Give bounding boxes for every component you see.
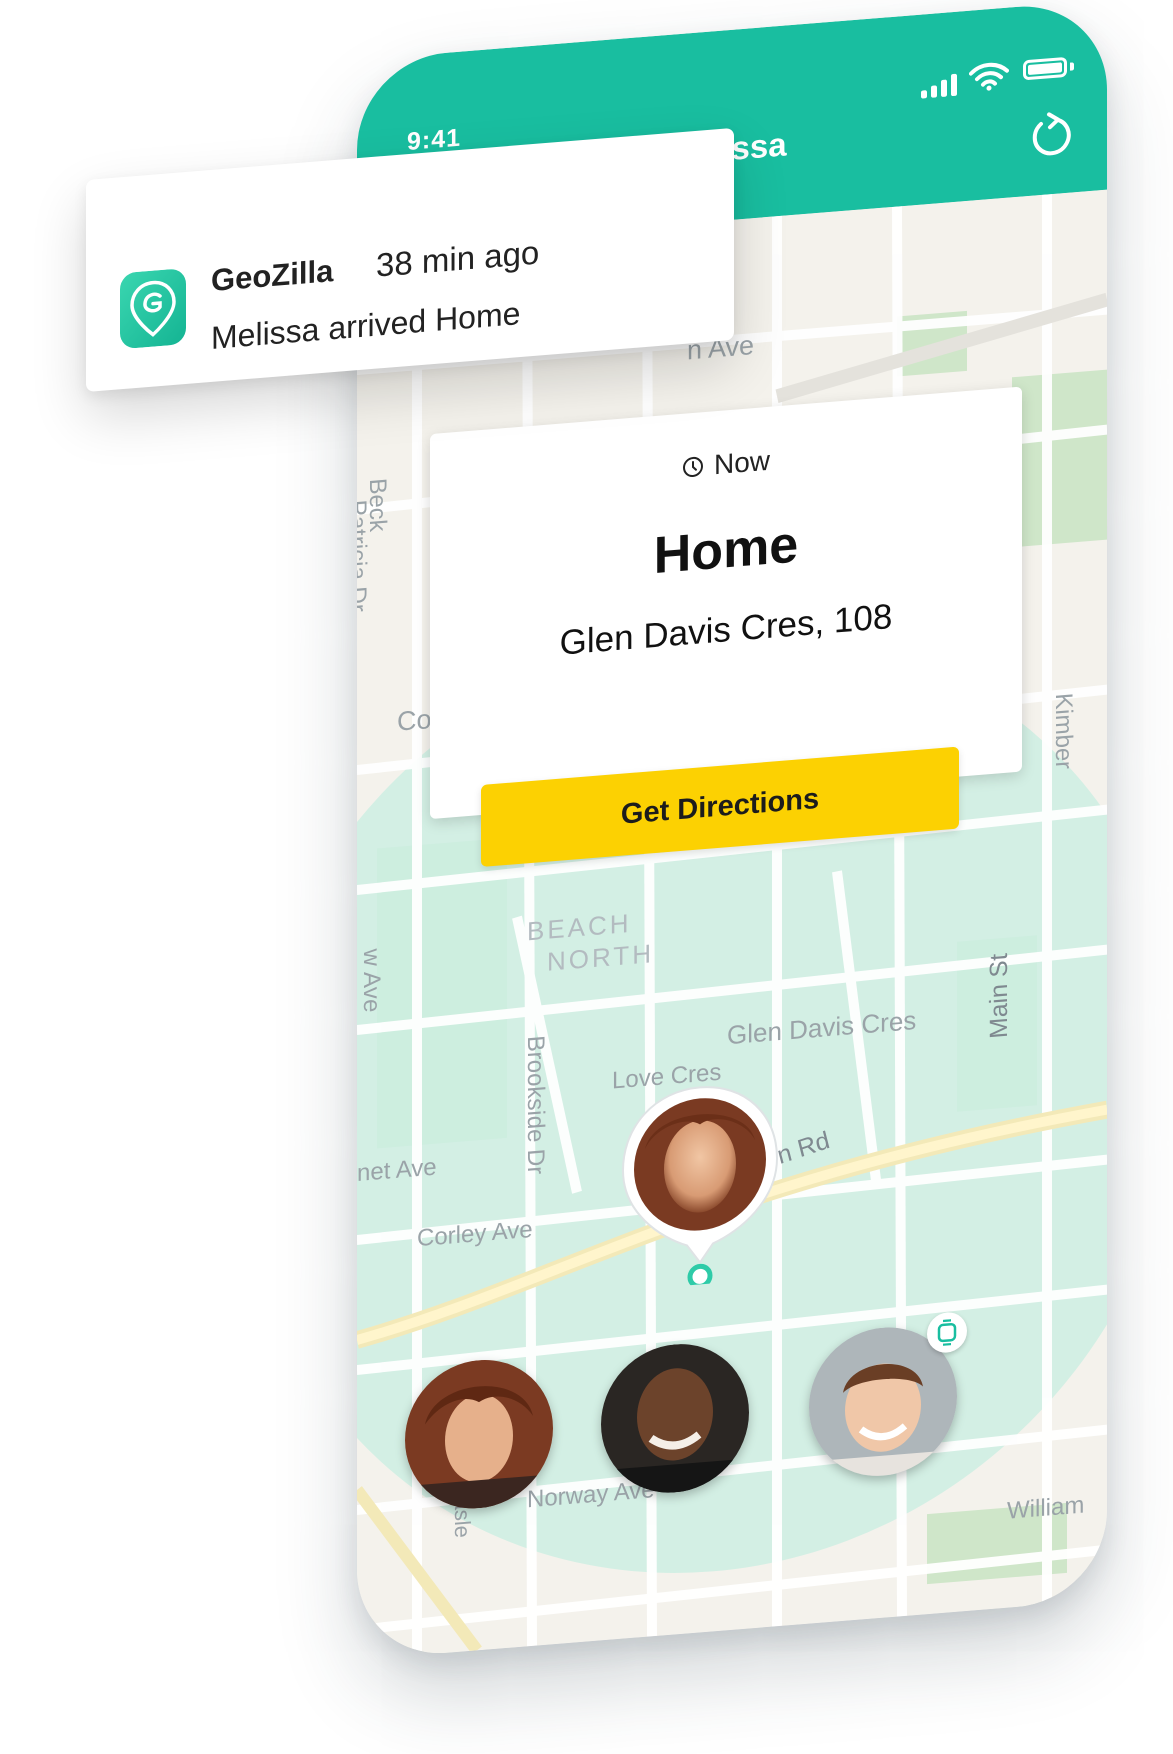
map-label: w Ave	[358, 947, 385, 1014]
wifi-icon	[969, 62, 1009, 91]
map-label: Kimber	[1050, 692, 1077, 771]
clock-icon	[682, 456, 703, 477]
map-label: Patricia Dr	[357, 498, 371, 614]
battery-tip	[1070, 62, 1074, 71]
geozilla-logo-icon	[120, 269, 186, 349]
map-label: Main St	[985, 952, 1013, 1040]
smartwatch-icon	[937, 1318, 957, 1347]
battery-icon	[1023, 56, 1067, 81]
map-label: Co	[397, 704, 432, 737]
notification-time: 38 min ago	[376, 233, 540, 284]
map-label: Brookside Dr	[522, 1034, 549, 1176]
place-address: Glen Davis Cres, 108	[559, 596, 893, 663]
scene: 9:41 Melissa	[0, 0, 1173, 1754]
location-marker[interactable]	[615, 1078, 785, 1292]
refresh-icon[interactable]	[1027, 110, 1075, 162]
place-name: Home	[653, 515, 799, 586]
notification-app-name: GeoZilla	[211, 253, 334, 298]
place-time-label: Now	[713, 444, 770, 481]
place-time-row: Now	[430, 424, 1022, 504]
marker-pin	[621, 1086, 779, 1289]
notification-message: Melissa arrived Home	[211, 295, 521, 356]
cellular-signal-icon	[921, 72, 957, 99]
